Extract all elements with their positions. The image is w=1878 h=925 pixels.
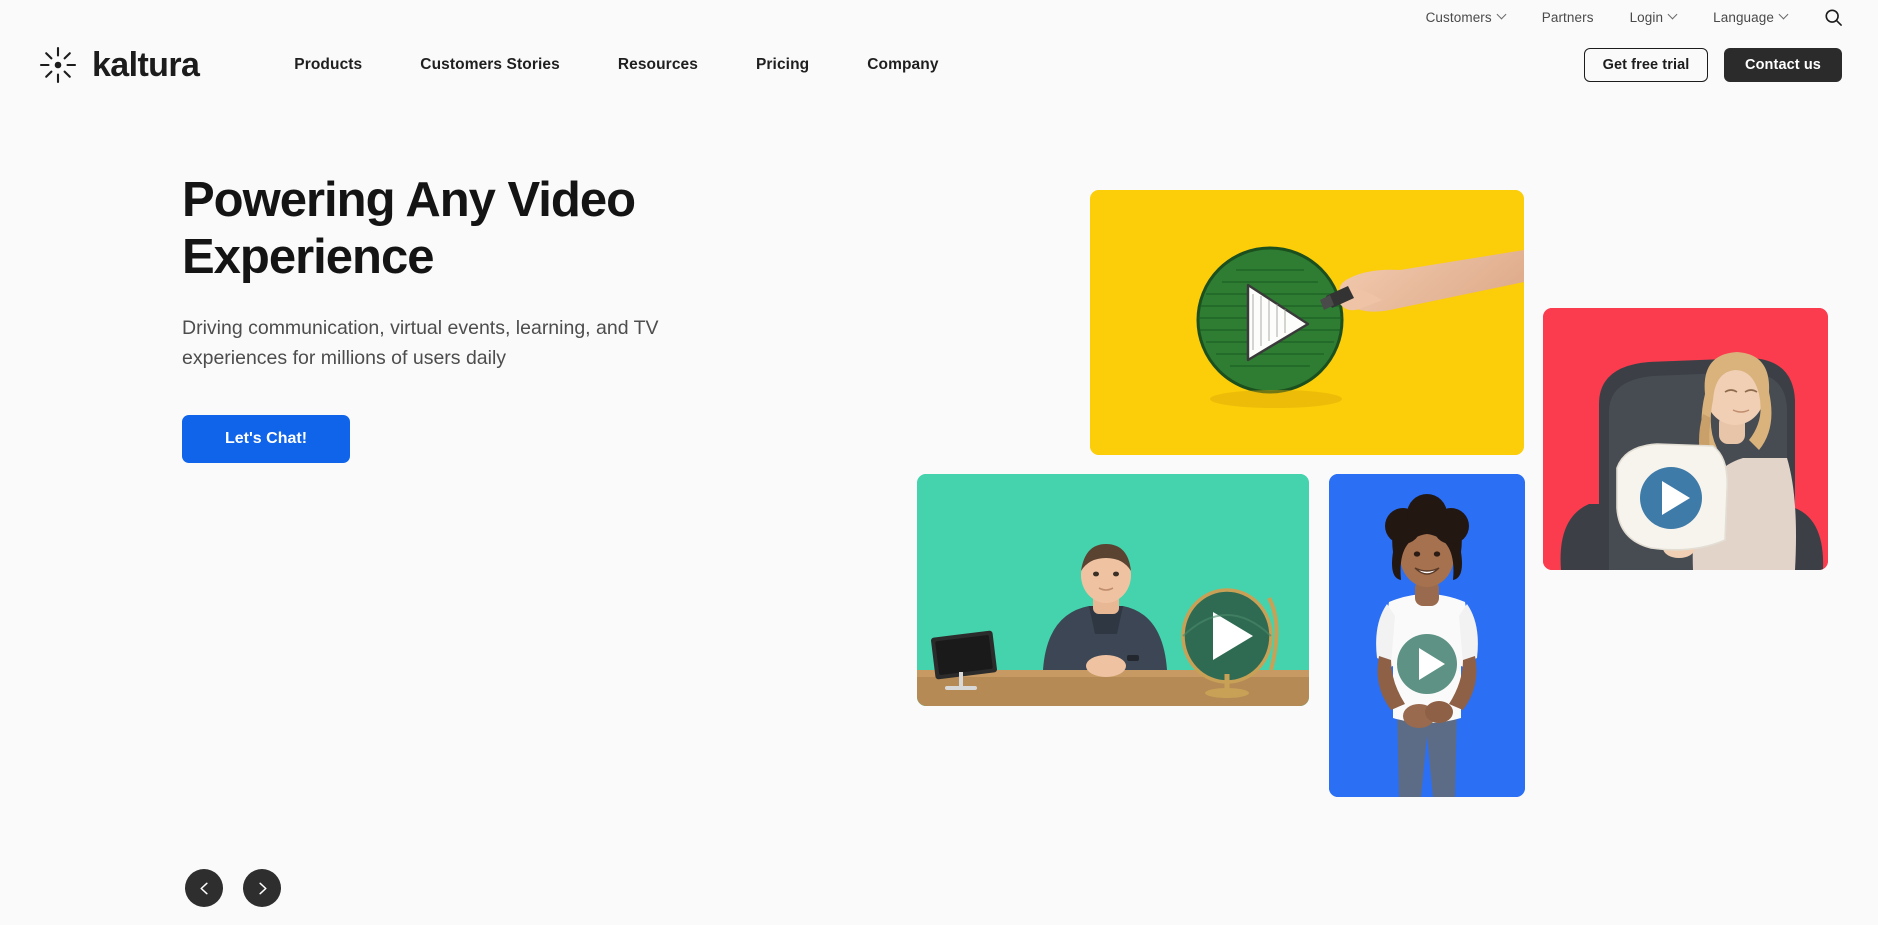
brand-name: kaltura	[92, 46, 200, 84]
collage-card-red[interactable]	[1543, 308, 1828, 570]
primary-navbar: Products Customers Stories Resources Pri…	[265, 56, 967, 74]
hero-subtitle: Driving communication, virtual events, l…	[182, 316, 659, 369]
nav-item-products[interactable]: Products	[265, 56, 391, 74]
utility-nav-item-login[interactable]: Login	[1612, 10, 1696, 25]
chevron-down-icon	[1780, 11, 1788, 19]
nav-item-company[interactable]: Company	[838, 56, 967, 74]
presenter-desk-globe-illustration	[917, 474, 1309, 706]
utility-navbar: Customers Partners Login Language	[0, 0, 1878, 34]
utility-nav-label: Partners	[1541, 9, 1594, 25]
utility-nav-label: Language	[1713, 9, 1774, 25]
nav-item-customers-stories[interactable]: Customers Stories	[391, 56, 589, 74]
search-icon	[1824, 8, 1842, 26]
get-free-trial-button[interactable]: Get free trial	[1584, 48, 1708, 82]
carousel-prev-button[interactable]	[185, 869, 223, 907]
nav-item-resources[interactable]: Resources	[589, 56, 727, 74]
chevron-left-icon	[199, 882, 208, 894]
collage-card-yellow[interactable]	[1090, 190, 1524, 455]
collage-card-teal[interactable]	[917, 474, 1309, 706]
chevron-right-icon	[258, 882, 267, 894]
landing-page: Customers Partners Login Language kaltur…	[0, 0, 1878, 925]
chevron-down-icon	[1669, 11, 1677, 19]
utility-nav-item-language[interactable]: Language	[1695, 10, 1806, 25]
nav-item-pricing[interactable]: Pricing	[727, 56, 838, 74]
utility-nav-item-partners[interactable]: Partners	[1524, 10, 1612, 25]
hero-title: Powering Any Video Experience	[182, 173, 636, 285]
main-header: kaltura Products Customers Stories Resou…	[0, 34, 1878, 96]
woman-play-shirt-illustration	[1329, 474, 1525, 797]
hand-drawing-play-illustration	[1090, 190, 1524, 455]
carousel-next-button[interactable]	[243, 869, 281, 907]
kaltura-starburst-logo-icon	[39, 46, 77, 84]
contact-us-button[interactable]: Contact us	[1724, 48, 1842, 82]
brand-logo-link[interactable]: kaltura	[38, 45, 200, 85]
chevron-down-icon	[1498, 11, 1506, 19]
utility-nav-item-customers[interactable]: Customers	[1408, 10, 1524, 25]
hero-text-block: Powering Any Video Experience Driving co…	[182, 172, 782, 464]
woman-armchair-pillow-illustration	[1543, 308, 1828, 570]
search-button[interactable]	[1816, 0, 1850, 34]
utility-nav-label: Customers	[1425, 9, 1492, 25]
carousel-controls	[185, 869, 281, 907]
collage-card-blue[interactable]	[1329, 474, 1525, 797]
header-actions: Get free trial Contact us	[1584, 48, 1842, 82]
lets-chat-button[interactable]: Let's Chat!	[182, 415, 350, 464]
utility-nav-label: Login	[1629, 9, 1664, 25]
